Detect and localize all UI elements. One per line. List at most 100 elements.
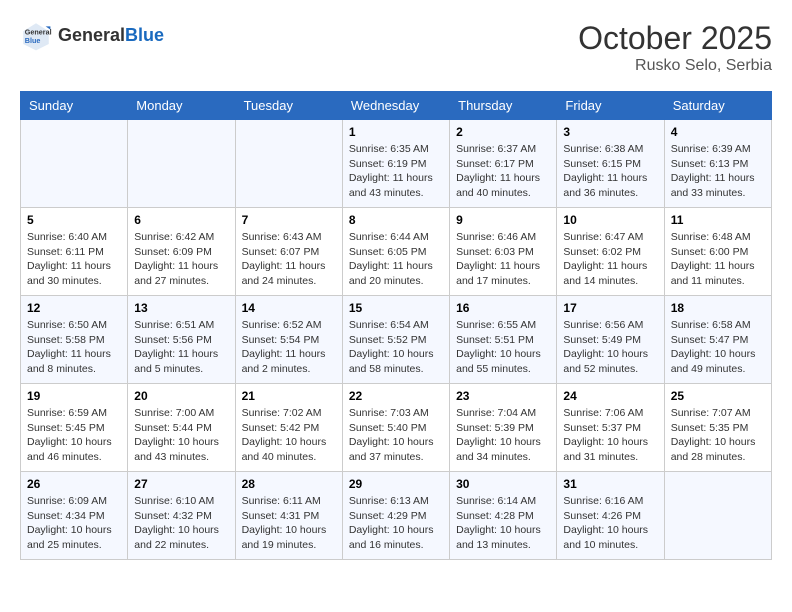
calendar-day-cell xyxy=(128,120,235,208)
calendar-day-cell: 11 Sunrise: 6:48 AM Sunset: 6:00 PM Dayli… xyxy=(664,208,771,296)
calendar-table: SundayMondayTuesdayWednesdayThursdayFrid… xyxy=(20,91,772,560)
month-title: October 2025 xyxy=(578,20,772,57)
day-number: 27 xyxy=(134,477,228,491)
calendar-day-cell: 7 Sunrise: 6:43 AM Sunset: 6:07 PM Daylig… xyxy=(235,208,342,296)
day-number: 7 xyxy=(242,213,336,227)
day-info: Sunrise: 6:38 AM Sunset: 6:15 PM Dayligh… xyxy=(563,142,657,201)
calendar-week-row: 26 Sunrise: 6:09 AM Sunset: 4:34 PM Dayli… xyxy=(21,472,772,560)
day-info: Sunrise: 6:44 AM Sunset: 6:05 PM Dayligh… xyxy=(349,230,443,289)
day-info: Sunrise: 6:56 AM Sunset: 5:49 PM Dayligh… xyxy=(563,318,657,377)
day-info: Sunrise: 6:13 AM Sunset: 4:29 PM Dayligh… xyxy=(349,494,443,553)
day-info: Sunrise: 6:46 AM Sunset: 6:03 PM Dayligh… xyxy=(456,230,550,289)
day-number: 28 xyxy=(242,477,336,491)
weekday-header: Monday xyxy=(128,92,235,120)
day-number: 21 xyxy=(242,389,336,403)
day-number: 8 xyxy=(349,213,443,227)
weekday-header: Saturday xyxy=(664,92,771,120)
day-info: Sunrise: 6:43 AM Sunset: 6:07 PM Dayligh… xyxy=(242,230,336,289)
calendar-day-cell: 26 Sunrise: 6:09 AM Sunset: 4:34 PM Dayli… xyxy=(21,472,128,560)
logo: General Blue GeneralBlue xyxy=(20,20,164,52)
day-info: Sunrise: 6:14 AM Sunset: 4:28 PM Dayligh… xyxy=(456,494,550,553)
day-number: 24 xyxy=(563,389,657,403)
day-number: 5 xyxy=(27,213,121,227)
calendar-day-cell xyxy=(21,120,128,208)
day-number: 30 xyxy=(456,477,550,491)
day-number: 2 xyxy=(456,125,550,139)
day-info: Sunrise: 6:51 AM Sunset: 5:56 PM Dayligh… xyxy=(134,318,228,377)
calendar-day-cell: 16 Sunrise: 6:55 AM Sunset: 5:51 PM Dayli… xyxy=(450,296,557,384)
day-info: Sunrise: 6:55 AM Sunset: 5:51 PM Dayligh… xyxy=(456,318,550,377)
calendar-day-cell: 19 Sunrise: 6:59 AM Sunset: 5:45 PM Dayli… xyxy=(21,384,128,472)
calendar-day-cell: 8 Sunrise: 6:44 AM Sunset: 6:05 PM Daylig… xyxy=(342,208,449,296)
calendar-day-cell xyxy=(235,120,342,208)
calendar-day-cell: 1 Sunrise: 6:35 AM Sunset: 6:19 PM Daylig… xyxy=(342,120,449,208)
calendar-day-cell: 6 Sunrise: 6:42 AM Sunset: 6:09 PM Daylig… xyxy=(128,208,235,296)
day-number: 26 xyxy=(27,477,121,491)
day-info: Sunrise: 6:50 AM Sunset: 5:58 PM Dayligh… xyxy=(27,318,121,377)
calendar-day-cell: 3Sunrise: 6:38 AM Sunset: 6:15 PM Daylig… xyxy=(557,120,664,208)
calendar-day-cell: 22 Sunrise: 7:03 AM Sunset: 5:40 PM Dayli… xyxy=(342,384,449,472)
day-number: 16 xyxy=(456,301,550,315)
calendar-day-cell: 5 Sunrise: 6:40 AM Sunset: 6:11 PM Daylig… xyxy=(21,208,128,296)
day-number: 15 xyxy=(349,301,443,315)
day-info: Sunrise: 6:52 AM Sunset: 5:54 PM Dayligh… xyxy=(242,318,336,377)
day-number: 1 xyxy=(349,125,443,139)
calendar-week-row: 5 Sunrise: 6:40 AM Sunset: 6:11 PM Daylig… xyxy=(21,208,772,296)
day-info: Sunrise: 6:58 AM Sunset: 5:47 PM Dayligh… xyxy=(671,318,765,377)
day-info: Sunrise: 6:48 AM Sunset: 6:00 PM Dayligh… xyxy=(671,230,765,289)
calendar-day-cell: 28 Sunrise: 6:11 AM Sunset: 4:31 PM Dayli… xyxy=(235,472,342,560)
calendar-day-cell: 2Sunrise: 6:37 AM Sunset: 6:17 PM Daylig… xyxy=(450,120,557,208)
logo-general-text: General xyxy=(58,25,125,45)
calendar-day-cell: 18 Sunrise: 6:58 AM Sunset: 5:47 PM Dayli… xyxy=(664,296,771,384)
day-info: Sunrise: 6:11 AM Sunset: 4:31 PM Dayligh… xyxy=(242,494,336,553)
calendar-week-row: 12 Sunrise: 6:50 AM Sunset: 5:58 PM Dayli… xyxy=(21,296,772,384)
day-info: Sunrise: 6:16 AM Sunset: 4:26 PM Dayligh… xyxy=(563,494,657,553)
calendar-day-cell: 31 Sunrise: 6:16 AM Sunset: 4:26 PM Dayli… xyxy=(557,472,664,560)
calendar-day-cell: 27 Sunrise: 6:10 AM Sunset: 4:32 PM Dayli… xyxy=(128,472,235,560)
calendar-header-row: SundayMondayTuesdayWednesdayThursdayFrid… xyxy=(21,92,772,120)
day-number: 20 xyxy=(134,389,228,403)
day-info: Sunrise: 6:35 AM Sunset: 6:19 PM Dayligh… xyxy=(349,142,443,201)
day-number: 19 xyxy=(27,389,121,403)
calendar-day-cell: 13 Sunrise: 6:51 AM Sunset: 5:56 PM Dayli… xyxy=(128,296,235,384)
day-info: Sunrise: 6:54 AM Sunset: 5:52 PM Dayligh… xyxy=(349,318,443,377)
day-number: 13 xyxy=(134,301,228,315)
day-number: 11 xyxy=(671,213,765,227)
day-number: 17 xyxy=(563,301,657,315)
day-number: 12 xyxy=(27,301,121,315)
day-number: 29 xyxy=(349,477,443,491)
day-info: Sunrise: 6:09 AM Sunset: 4:34 PM Dayligh… xyxy=(27,494,121,553)
day-number: 4 xyxy=(671,125,765,139)
day-info: Sunrise: 7:03 AM Sunset: 5:40 PM Dayligh… xyxy=(349,406,443,465)
day-info: Sunrise: 7:04 AM Sunset: 5:39 PM Dayligh… xyxy=(456,406,550,465)
day-info: Sunrise: 6:10 AM Sunset: 4:32 PM Dayligh… xyxy=(134,494,228,553)
calendar-day-cell: 9 Sunrise: 6:46 AM Sunset: 6:03 PM Daylig… xyxy=(450,208,557,296)
calendar-day-cell: 12 Sunrise: 6:50 AM Sunset: 5:58 PM Dayli… xyxy=(21,296,128,384)
day-number: 14 xyxy=(242,301,336,315)
calendar-day-cell: 17 Sunrise: 6:56 AM Sunset: 5:49 PM Dayli… xyxy=(557,296,664,384)
day-info: Sunrise: 7:00 AM Sunset: 5:44 PM Dayligh… xyxy=(134,406,228,465)
day-number: 6 xyxy=(134,213,228,227)
day-info: Sunrise: 6:59 AM Sunset: 5:45 PM Dayligh… xyxy=(27,406,121,465)
day-info: Sunrise: 6:40 AM Sunset: 6:11 PM Dayligh… xyxy=(27,230,121,289)
calendar-day-cell: 25Sunrise: 7:07 AM Sunset: 5:35 PM Dayli… xyxy=(664,384,771,472)
day-number: 31 xyxy=(563,477,657,491)
day-info: Sunrise: 7:07 AM Sunset: 5:35 PM Dayligh… xyxy=(671,406,765,465)
weekday-header: Thursday xyxy=(450,92,557,120)
day-number: 18 xyxy=(671,301,765,315)
calendar-week-row: 19 Sunrise: 6:59 AM Sunset: 5:45 PM Dayli… xyxy=(21,384,772,472)
weekday-header: Sunday xyxy=(21,92,128,120)
calendar-day-cell: 15 Sunrise: 6:54 AM Sunset: 5:52 PM Dayli… xyxy=(342,296,449,384)
day-info: Sunrise: 7:02 AM Sunset: 5:42 PM Dayligh… xyxy=(242,406,336,465)
calendar-day-cell: 24 Sunrise: 7:06 AM Sunset: 5:37 PM Dayli… xyxy=(557,384,664,472)
day-info: Sunrise: 6:42 AM Sunset: 6:09 PM Dayligh… xyxy=(134,230,228,289)
weekday-header: Friday xyxy=(557,92,664,120)
day-info: Sunrise: 7:06 AM Sunset: 5:37 PM Dayligh… xyxy=(563,406,657,465)
logo-icon: General Blue xyxy=(20,20,52,52)
day-number: 22 xyxy=(349,389,443,403)
calendar-day-cell: 30 Sunrise: 6:14 AM Sunset: 4:28 PM Dayli… xyxy=(450,472,557,560)
location: Rusko Selo, Serbia xyxy=(578,57,772,75)
title-block: October 2025 Rusko Selo, Serbia xyxy=(578,20,772,75)
day-number: 9 xyxy=(456,213,550,227)
page-header: General Blue GeneralBlue October 2025 Ru… xyxy=(20,20,772,75)
